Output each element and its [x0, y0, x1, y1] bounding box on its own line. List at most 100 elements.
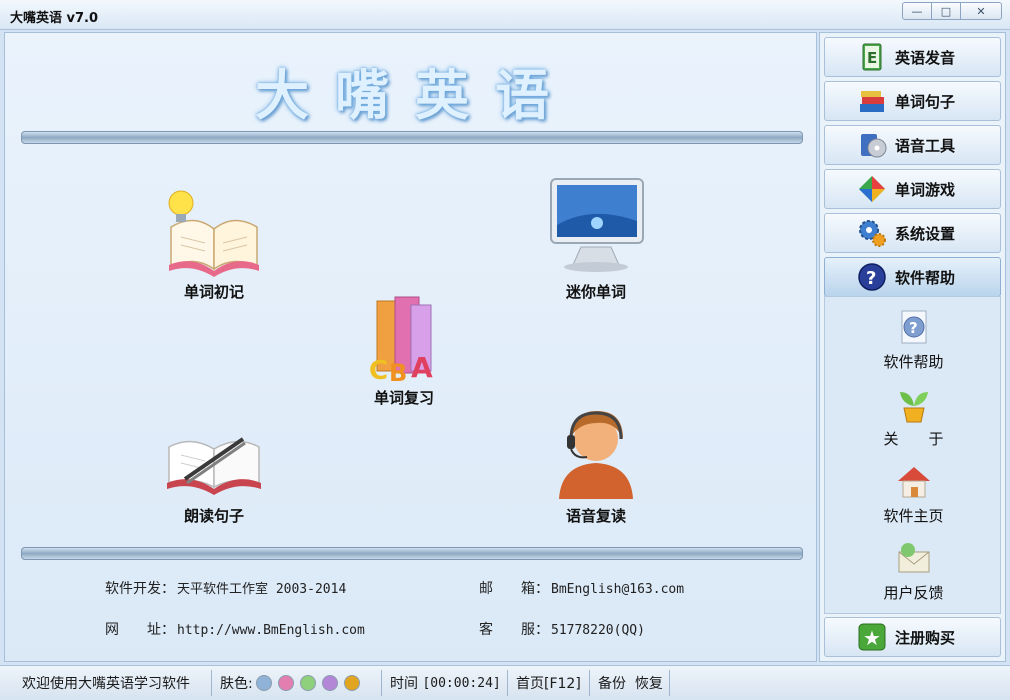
skin-label: 肤色: [220, 676, 253, 692]
main-panel: 大嘴英语 单词初记 迷你单词 C B A 单词复习 朗读句子 语音复读 软件开发… [4, 32, 817, 662]
mail-feedback-icon [894, 538, 934, 578]
open-book-lightbulb-icon [159, 185, 269, 277]
tile-mini-words[interactable]: 迷你单词 [521, 175, 671, 302]
window-controls: — □ ✕ [902, 2, 1002, 20]
audio-disc-icon [857, 130, 887, 160]
sub-item-homepage[interactable]: 软件主页 [825, 461, 1002, 526]
minimize-button[interactable]: — [902, 2, 932, 20]
svg-text:?: ? [866, 268, 876, 289]
sidebar-item-label: 单词句子 [895, 92, 956, 111]
sidebar-item-help[interactable]: ? 软件帮助 [824, 257, 1001, 297]
sub-item-label: 用户反馈 [883, 584, 944, 602]
house-icon [894, 461, 934, 501]
sidebar-item-label: 系统设置 [895, 224, 956, 243]
title-bar: 大嘴英语 v7.0 — □ ✕ [0, 0, 1010, 30]
svg-text:?: ? [909, 319, 918, 337]
star-badge-icon: ★ [857, 622, 887, 652]
books-stack-icon [857, 86, 887, 116]
sidebar-item-label: 单词游戏 [895, 180, 956, 199]
help-doc-icon: ? [894, 307, 934, 347]
puzzle-icon [857, 174, 887, 204]
tile-label: 语音复读 [565, 507, 626, 525]
developer-value: 天平软件工作室 2003-2014 [177, 582, 347, 597]
website-info: 网 址： http://www.BmEnglish.com [105, 619, 365, 639]
maximize-icon: □ [940, 4, 952, 18]
help-subpanel: ? 软件帮助 关 于 软件主页 用户反馈 [824, 296, 1001, 614]
maximize-button[interactable]: □ [931, 2, 961, 20]
plant-icon [894, 384, 934, 424]
tile-label: 朗读句子 [183, 507, 244, 525]
close-button[interactable]: ✕ [960, 2, 1002, 20]
monitor-icon [541, 175, 651, 277]
headset-person-icon [541, 399, 651, 501]
sidebar-item-pronunciation[interactable]: E 英语发音 [824, 37, 1001, 77]
sub-item-label: 软件帮助 [883, 353, 944, 371]
tile-label: 单词复习 [373, 389, 434, 407]
skin-color-pink[interactable] [277, 675, 294, 691]
email-info: 邮 箱： BmEnglish@163.com [479, 578, 684, 598]
help-circle-icon: ? [857, 262, 887, 292]
website-value[interactable]: http://www.BmEnglish.com [177, 623, 365, 638]
time-value: [00:00:24] [422, 675, 501, 691]
skin-color-purple[interactable] [321, 675, 338, 691]
svg-text:C: C [369, 356, 388, 383]
service-info: 客 服： 51778220(QQ) [479, 619, 645, 639]
skin-color-blue[interactable] [255, 675, 272, 691]
tile-label: 单词初记 [183, 283, 244, 301]
divider-bottom [21, 547, 803, 560]
tile-word-memorize[interactable]: 单词初记 [139, 185, 289, 302]
svg-text:★: ★ [863, 626, 881, 650]
sub-item-label: 关 于 [883, 430, 944, 448]
backup-restore: 备份 恢复 [590, 670, 670, 696]
tile-voice-repeat[interactable]: 语音复读 [521, 399, 671, 526]
minimize-icon: — [911, 4, 923, 18]
time-label: 时间 [390, 676, 418, 692]
status-time: 时间 [00:00:24] [382, 670, 508, 696]
sidebar-item-label: 语音工具 [895, 136, 956, 155]
backup-button[interactable]: 备份 [598, 673, 626, 693]
sidebar-item-word-games[interactable]: 单词游戏 [824, 169, 1001, 209]
books-abc-icon: C B A [349, 291, 459, 387]
sidebar-item-words-sentences[interactable]: 单词句子 [824, 81, 1001, 121]
status-bar: 欢迎使用大嘴英语学习软件 肤色: 时间 [00:00:24] 首页[F12] 备… [0, 665, 1010, 700]
email-value[interactable]: BmEnglish@163.com [551, 582, 684, 597]
divider-top [21, 131, 803, 144]
open-book-pen-icon [159, 409, 269, 501]
svg-text:E: E [867, 49, 877, 67]
skin-selector: 肤色: [212, 670, 382, 696]
sidebar-item-audio-tools[interactable]: 语音工具 [824, 125, 1001, 165]
sidebar: E 英语发音 单词句子 语音工具 单词游戏 系统设置 ? 软件帮助 ? 软件帮助… [819, 32, 1006, 662]
developer-info: 软件开发： 天平软件工作室 2003-2014 [105, 578, 346, 598]
gears-icon [857, 218, 887, 248]
home-label: 首页[F12] [516, 676, 581, 692]
email-label: 邮 箱： [479, 581, 549, 597]
sidebar-item-label: 英语发音 [895, 48, 956, 67]
restore-button[interactable]: 恢复 [635, 673, 663, 693]
register-label: 注册购买 [895, 628, 956, 647]
status-welcome: 欢迎使用大嘴英语学习软件 [14, 670, 212, 696]
skin-color-green[interactable] [299, 675, 316, 691]
window-title: 大嘴英语 v7.0 [10, 11, 99, 26]
website-label: 网 址： [105, 622, 175, 638]
home-button[interactable]: 首页[F12] [508, 670, 590, 696]
register-button[interactable]: ★ 注册购买 [824, 617, 1001, 657]
sub-item-feedback[interactable]: 用户反馈 [825, 538, 1002, 603]
developer-label: 软件开发： [105, 581, 175, 597]
tile-read-sentences[interactable]: 朗读句子 [139, 409, 289, 526]
app-logo: 大嘴英语 [255, 63, 575, 127]
sidebar-item-settings[interactable]: 系统设置 [824, 213, 1001, 253]
tile-label: 迷你单词 [565, 283, 626, 301]
sub-item-label: 软件主页 [883, 507, 944, 525]
svg-text:B: B [389, 359, 407, 383]
sub-item-help[interactable]: ? 软件帮助 [825, 307, 1002, 372]
skin-color-orange[interactable] [343, 675, 360, 691]
svg-text:A: A [411, 351, 433, 383]
welcome-text: 欢迎使用大嘴英语学习软件 [22, 676, 190, 692]
sidebar-item-label: 软件帮助 [895, 268, 956, 287]
tile-word-review[interactable]: C B A 单词复习 [329, 291, 479, 408]
service-value: 51778220(QQ) [551, 623, 645, 638]
book-e-icon: E [857, 42, 887, 72]
sub-item-about[interactable]: 关 于 [825, 384, 1002, 449]
service-label: 客 服： [479, 622, 549, 638]
close-icon: ✕ [976, 4, 986, 18]
